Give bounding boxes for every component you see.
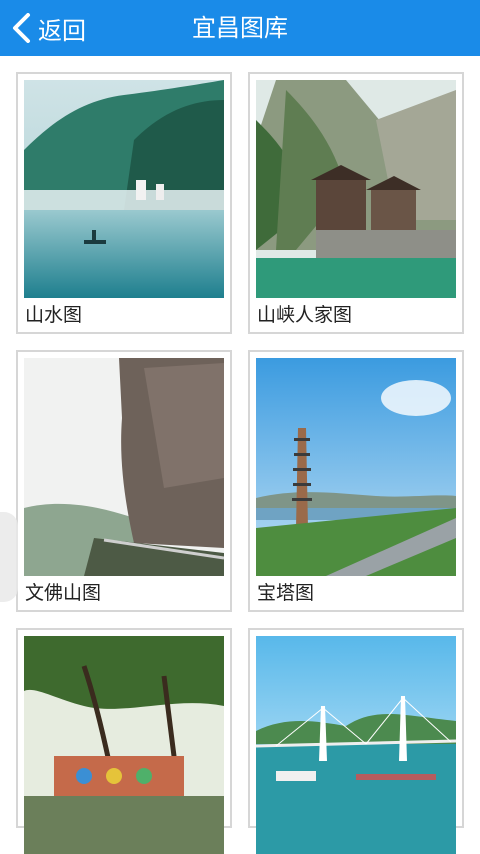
gallery-item-label: 山峡人家图 xyxy=(257,304,353,326)
chevron-left-icon xyxy=(13,13,30,43)
bridge-photo xyxy=(256,636,456,854)
gallery-item-wenfoshan[interactable]: 文佛山图 xyxy=(16,350,232,612)
gallery-item-park[interactable] xyxy=(16,628,232,854)
pagoda-photo xyxy=(256,358,456,576)
gallery-item-baota[interactable]: 宝塔图 xyxy=(248,350,464,612)
gallery-item-shanxia-renjia[interactable]: 山峡人家图 xyxy=(248,72,464,334)
gallery-item-shanshui[interactable]: 山水图 xyxy=(16,72,232,334)
gallery-item-label: 宝塔图 xyxy=(257,582,315,604)
gallery-item-label: 文佛山图 xyxy=(25,582,102,604)
back-button[interactable]: 返回 xyxy=(10,8,86,48)
landscape-photo xyxy=(24,80,224,298)
floating-side-tab[interactable] xyxy=(0,512,18,602)
gorge-village-photo xyxy=(256,80,456,298)
cliff-photo xyxy=(24,358,224,576)
gallery-item-label: 山水图 xyxy=(25,304,83,326)
header-bar: 返回 宜昌图库 xyxy=(0,0,480,56)
gallery-item-bridge[interactable] xyxy=(248,628,464,854)
park-photo xyxy=(24,636,224,854)
back-label: 返回 xyxy=(38,16,86,45)
